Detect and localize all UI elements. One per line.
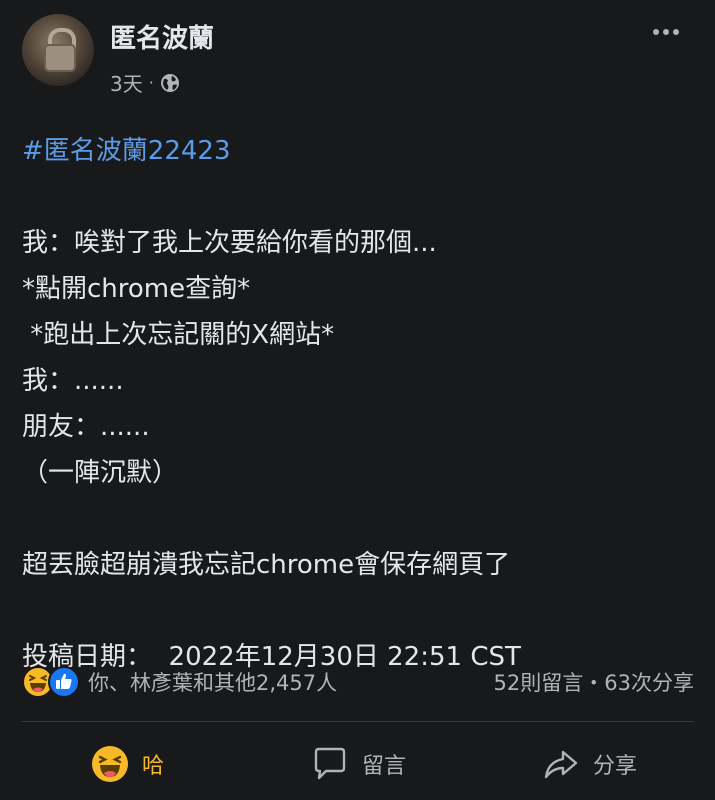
author-name[interactable]: 匿名波蘭	[110, 18, 214, 55]
post-line: *點開chrome查詢*	[22, 274, 251, 304]
reactions-summary[interactable]: 你、林彥葉和其他2,457人	[22, 666, 337, 698]
action-bar: 哈 留言 分享	[22, 736, 694, 792]
meta-separator: ·	[148, 73, 154, 92]
like-icon	[48, 666, 80, 698]
post-header: 匿名波蘭 3天 ·	[22, 14, 694, 100]
share-icon	[544, 750, 578, 779]
post-meta: 3天 ·	[110, 68, 180, 97]
comments-shares-count[interactable]: 52則留言・63次分享	[494, 667, 694, 697]
more-horizontal-icon[interactable]	[648, 20, 684, 44]
avatar[interactable]	[22, 14, 94, 86]
reactors-text: 你、林彥葉和其他2,457人	[88, 671, 338, 695]
share-label: 分享	[592, 754, 637, 779]
share-button[interactable]: 分享	[484, 744, 694, 784]
comment-icon	[314, 747, 346, 780]
lock-body	[44, 44, 76, 72]
divider	[22, 721, 694, 722]
post-body: #匿名波蘭22423 我：唉對了我上次要給你看的那個... *點開chrome查…	[22, 128, 692, 680]
haha-label: 哈	[141, 754, 164, 779]
post-line: 超丟臉超崩潰我忘記chrome會保存網頁了	[22, 550, 511, 580]
haha-icon	[91, 746, 128, 782]
post-line: 我：......	[22, 366, 124, 396]
comment-button[interactable]: 留言	[253, 744, 463, 784]
haha-button[interactable]: 哈	[22, 744, 232, 784]
post-line: *跑出上次忘記關的X網站*	[22, 320, 335, 350]
hashtag-link[interactable]: #匿名波蘭22423	[22, 128, 692, 174]
comment-label: 留言	[361, 754, 406, 779]
engagement-bar: 你、林彥葉和其他2,457人 52則留言・63次分享	[22, 664, 694, 700]
post-line: （一陣沉默）	[22, 458, 179, 488]
globe-icon	[160, 73, 179, 92]
post-time[interactable]: 3天	[110, 68, 143, 97]
post-line: 我：唉對了我上次要給你看的那個...	[22, 228, 437, 258]
reaction-icons	[22, 666, 80, 698]
post-line: 朋友：......	[22, 412, 150, 442]
